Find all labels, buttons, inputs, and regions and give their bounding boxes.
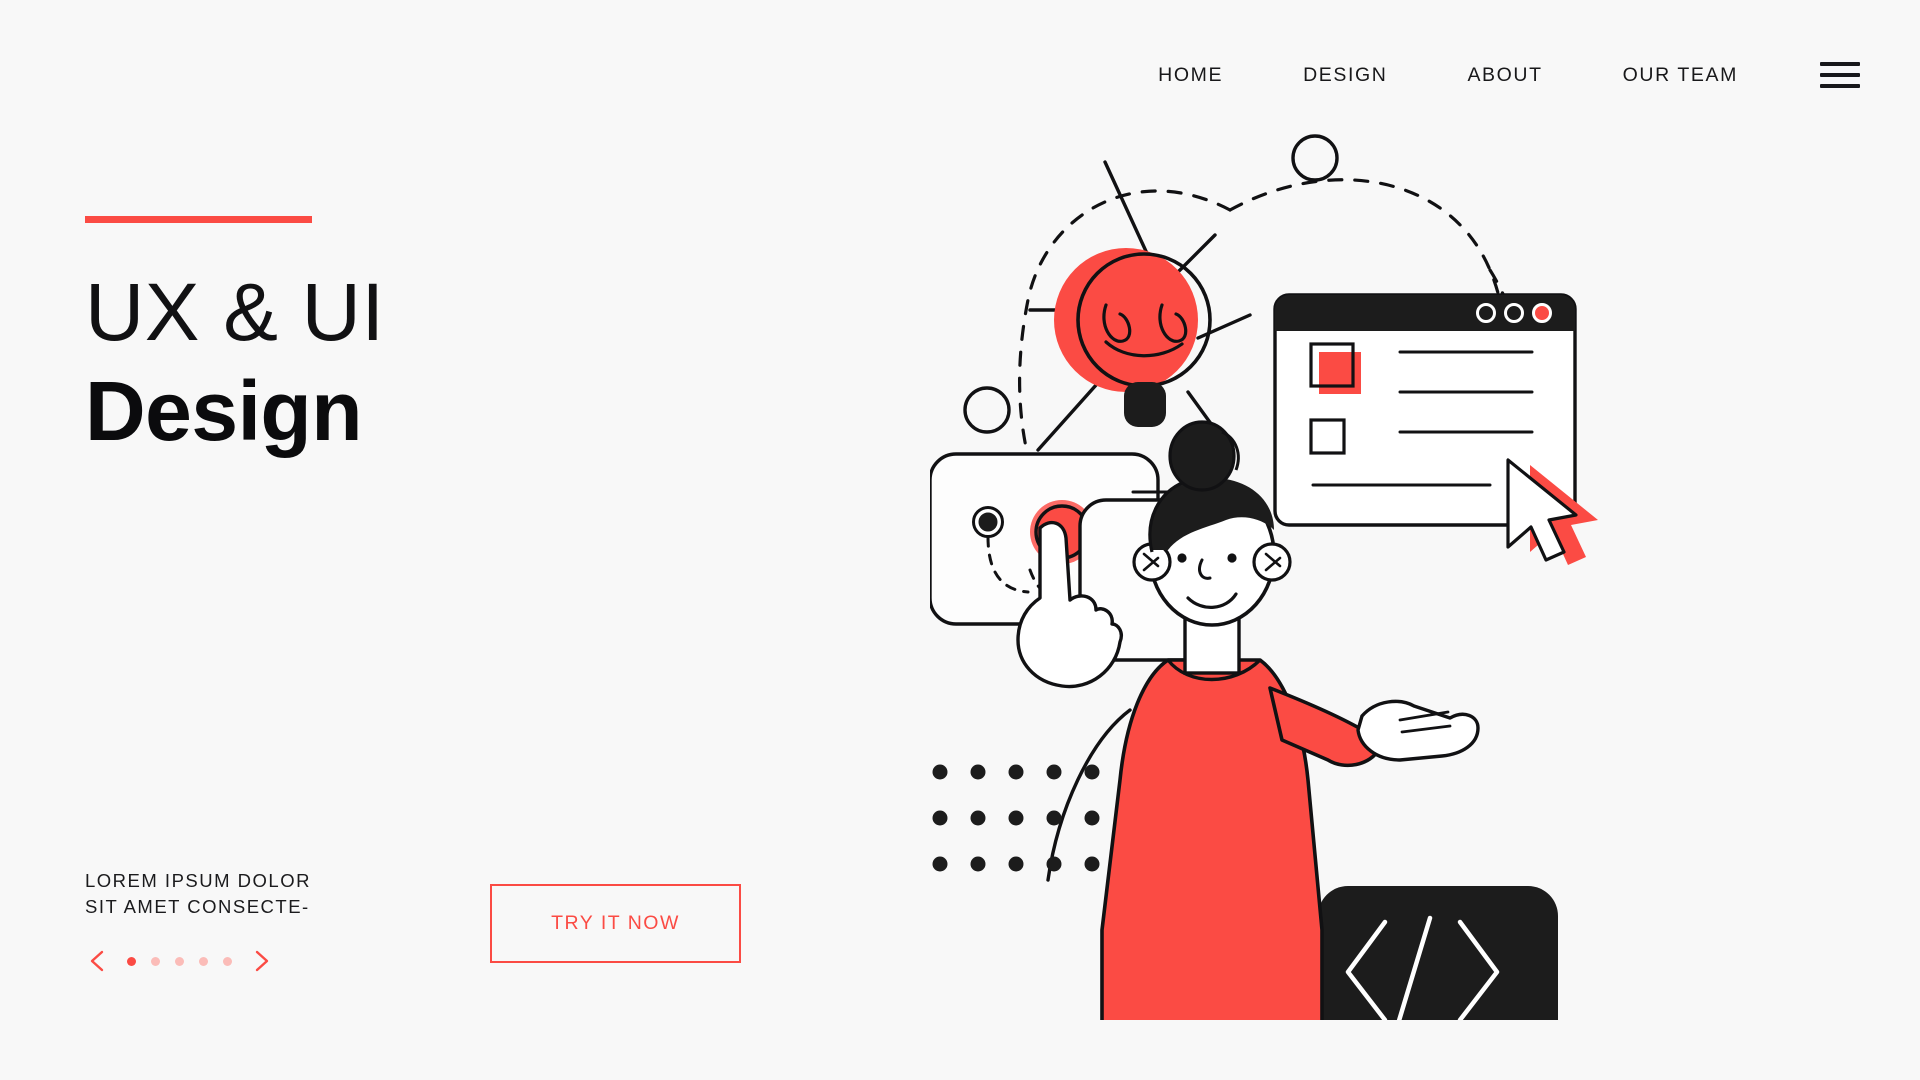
dot-grid	[932, 764, 1100, 872]
page-title: UX & UI Design	[85, 269, 385, 458]
carousel-dot-3[interactable]	[175, 956, 184, 966]
outlined-circle-top	[1291, 134, 1339, 182]
headline-line-light: UX & UI	[85, 267, 385, 359]
code-block-card	[1318, 886, 1558, 1020]
hamburger-icon[interactable]	[1820, 62, 1860, 88]
outlined-circle-left	[963, 386, 1011, 434]
hamburger-bar-2	[1820, 73, 1860, 77]
carousel-dot-4[interactable]	[199, 956, 208, 966]
nav-item-design[interactable]: DESIGN	[1303, 64, 1387, 87]
hamburger-bar-3	[1820, 84, 1860, 88]
open-hand	[1356, 699, 1480, 762]
browser-dot-3	[1532, 303, 1552, 323]
nav-links: HOME DESIGN ABOUT OUR TEAM	[1158, 64, 1738, 87]
chevron-left-icon[interactable]	[85, 948, 111, 974]
accent-bar	[85, 216, 312, 223]
carousel-dots	[127, 956, 232, 966]
try-it-now-button[interactable]: TRY IT NOW	[490, 884, 741, 963]
browser-dot-2	[1504, 303, 1524, 323]
hamburger-bar-1	[1820, 62, 1860, 66]
browser-dot-1	[1476, 303, 1496, 323]
hero-illustration	[930, 120, 1890, 1020]
hero-left-column: UX & UI Design LOREM IPSUM DOLOR SIT AME…	[85, 0, 785, 1080]
carousel-controls	[85, 948, 275, 974]
nav-item-about[interactable]: ABOUT	[1467, 64, 1542, 87]
nav-item-our-team[interactable]: OUR TEAM	[1623, 64, 1738, 87]
hero-subtext: LOREM IPSUM DOLOR SIT AMET CONSECTE-	[85, 870, 311, 918]
nav-item-home[interactable]: HOME	[1158, 64, 1223, 87]
chevron-right-icon[interactable]	[248, 948, 274, 974]
carousel-dot-2[interactable]	[151, 956, 160, 966]
carousel-dot-1[interactable]	[127, 956, 136, 966]
carousel-dot-5[interactable]	[223, 956, 232, 966]
headline-line-bold: Design	[85, 363, 363, 458]
